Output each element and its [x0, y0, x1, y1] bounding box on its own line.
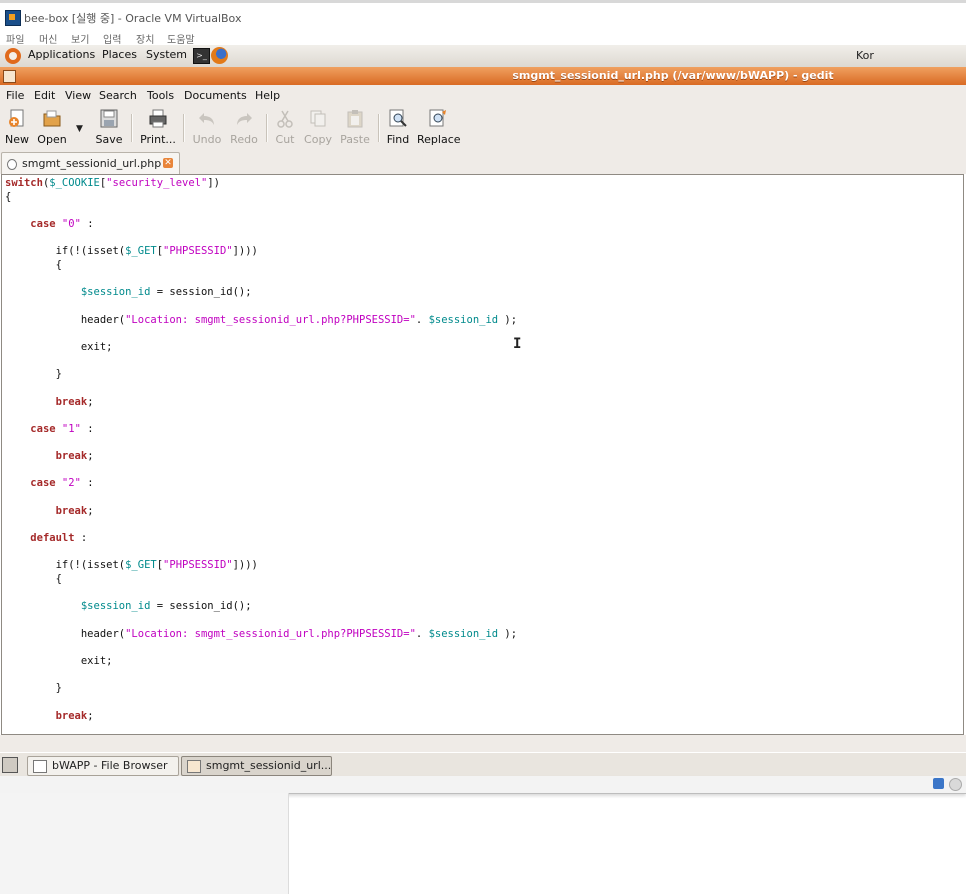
- file-browser-icon: [33, 760, 47, 773]
- copy-icon: [310, 110, 326, 127]
- panel-places-menu[interactable]: Places: [102, 48, 137, 61]
- undo-button[interactable]: Undo: [192, 109, 222, 146]
- tab-label: smgmt_sessionid_url.php: [22, 157, 162, 170]
- gedit-toolbar: New Open ▼ Save Print... Undo Redo Cut C…: [0, 106, 966, 151]
- redo-arrow-icon: [237, 113, 252, 125]
- menu-tools[interactable]: Tools: [147, 89, 174, 102]
- taskbar-item-label: bWAPP - File Browser: [52, 759, 168, 772]
- open-recent-dropdown-icon[interactable]: ▼: [76, 124, 83, 134]
- find-button[interactable]: Find: [386, 109, 410, 146]
- toolbar-separator: [266, 114, 268, 142]
- menu-documents[interactable]: Documents: [184, 89, 247, 102]
- virtualbox-titlebar: bee-box [실행 중] - Oracle VM VirtualBox: [0, 0, 966, 30]
- vb-menu-file[interactable]: 파일: [6, 31, 24, 46]
- panel-system-menu[interactable]: System: [146, 48, 187, 61]
- menu-help[interactable]: Help: [255, 89, 280, 102]
- close-tab-icon[interactable]: ✕: [163, 158, 173, 168]
- replace-icon: [429, 109, 446, 127]
- background-panel: [0, 793, 289, 894]
- open-folder-icon: [43, 110, 61, 127]
- menu-file[interactable]: File: [6, 89, 24, 102]
- gedit-statusbar: [0, 735, 966, 753]
- open-button[interactable]: Open: [36, 109, 68, 146]
- network-status-icon[interactable]: [933, 778, 944, 789]
- panel-applications-menu[interactable]: Applications: [28, 48, 95, 61]
- vb-menu-machine[interactable]: 머신: [39, 31, 57, 46]
- vb-menu-devices[interactable]: 장치: [136, 31, 154, 46]
- gedit-window-title: smgmt_sessionid_url.php (/var/www/bWAPP)…: [512, 69, 834, 82]
- virtualbox-statusbar: [0, 776, 966, 794]
- taskbar-item-gedit[interactable]: smgmt_sessionid_url...: [181, 756, 332, 776]
- find-magnifier-icon: [389, 109, 407, 127]
- firefox-launcher-icon[interactable]: [211, 47, 228, 64]
- redo-button[interactable]: Redo: [229, 109, 259, 146]
- toolbar-separator: [131, 114, 133, 142]
- copy-button-label: Copy: [304, 133, 332, 146]
- new-button[interactable]: New: [4, 109, 30, 146]
- virtualbox-menubar: 파일 머신 보기 입력 장치 도움말: [0, 30, 966, 46]
- print-button[interactable]: Print...: [139, 109, 177, 146]
- virtualbox-logo-icon: [5, 10, 21, 26]
- paste-clipboard-icon: [347, 110, 363, 128]
- save-button-label: Save: [95, 133, 123, 146]
- print-button-label: Print...: [140, 133, 176, 146]
- taskbar-item-file-browser[interactable]: bWAPP - File Browser: [27, 756, 179, 776]
- undo-button-label: Undo: [192, 133, 222, 146]
- copy-button[interactable]: Copy: [303, 109, 333, 146]
- php-file-icon: [7, 159, 17, 170]
- paste-button[interactable]: Paste: [339, 109, 371, 146]
- gedit-titlebar[interactable]: smgmt_sessionid_url.php (/var/www/bWAPP)…: [0, 67, 966, 85]
- gnome-bottom-panel: bWAPP - File Browser smgmt_sessionid_url…: [0, 752, 966, 777]
- tab-smgmt-sessionid-url[interactable]: smgmt_sessionid_url.php ✕: [1, 152, 180, 174]
- code-editor[interactable]: switch($_COOKIE["security_level"]) { cas…: [1, 174, 964, 735]
- toolbar-separator: [378, 114, 380, 142]
- vb-menu-help[interactable]: 도움말: [167, 31, 195, 46]
- redo-button-label: Redo: [230, 133, 258, 146]
- paste-button-label: Paste: [340, 133, 370, 146]
- virtualbox-window-title: bee-box [실행 중] - Oracle VM VirtualBox: [24, 12, 242, 25]
- text-cursor-ibeam-icon: I: [513, 336, 522, 352]
- save-disk-icon: [100, 109, 118, 128]
- toolbar-separator: [183, 114, 185, 142]
- menu-view[interactable]: View: [65, 89, 91, 102]
- find-button-label: Find: [386, 133, 410, 146]
- menu-edit[interactable]: Edit: [34, 89, 55, 102]
- document-tabbar: smgmt_sessionid_url.php ✕: [0, 150, 966, 174]
- printer-icon: [149, 109, 167, 128]
- disk-status-icon[interactable]: [949, 778, 962, 791]
- save-button[interactable]: Save: [95, 109, 123, 146]
- ubuntu-logo-icon[interactable]: [5, 48, 21, 64]
- gedit-menubar: File Edit View Search Tools Documents He…: [0, 85, 966, 106]
- gedit-task-icon: [187, 760, 201, 773]
- menu-search[interactable]: Search: [99, 89, 137, 102]
- replace-button-label: Replace: [417, 133, 461, 146]
- terminal-launcher-icon[interactable]: >_: [193, 48, 210, 64]
- code-text[interactable]: switch($_COOKIE["security_level"]) { cas…: [5, 177, 517, 723]
- undo-arrow-icon: [199, 113, 214, 125]
- taskbar-item-label: smgmt_sessionid_url...: [206, 759, 332, 772]
- scissors-icon: [277, 110, 293, 128]
- new-button-label: New: [5, 133, 29, 146]
- vb-menu-input[interactable]: 입력: [103, 31, 121, 46]
- show-desktop-icon[interactable]: [2, 757, 18, 773]
- cut-button[interactable]: Cut: [274, 109, 296, 146]
- gnome-top-panel: Applications Places System >_ Kor: [0, 45, 966, 68]
- vb-menu-view[interactable]: 보기: [71, 31, 89, 46]
- new-document-icon: [9, 109, 24, 127]
- open-button-label: Open: [37, 133, 67, 146]
- replace-button[interactable]: Replace: [417, 109, 461, 146]
- cut-button-label: Cut: [275, 133, 295, 146]
- keyboard-layout-indicator[interactable]: Kor: [856, 49, 874, 62]
